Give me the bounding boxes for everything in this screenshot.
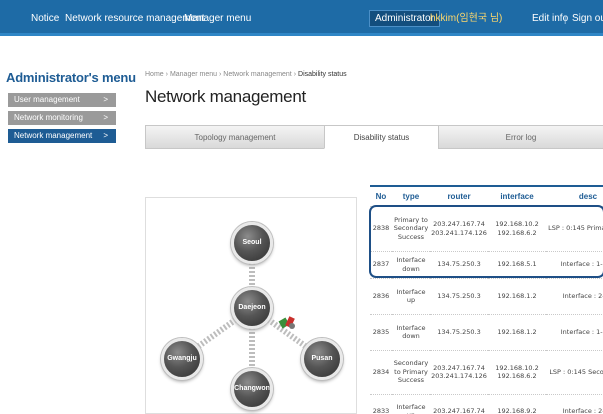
table-row[interactable]: 2834 Secondary to Primary Success 203.24… xyxy=(370,350,603,395)
node-pusan[interactable]: Pusan xyxy=(301,338,343,380)
table-row[interactable]: 2836 Interface up 134.75.250.3 192.168.1… xyxy=(370,278,603,315)
sidebar-item-user-management[interactable]: User management > xyxy=(8,93,116,107)
column-header-desc[interactable]: desc xyxy=(546,185,603,207)
chevron-right-icon: > xyxy=(103,95,108,104)
column-header-interface[interactable]: interface xyxy=(488,185,546,207)
cell-no: 2834 xyxy=(370,350,392,395)
cell-interface: 192.168.10.2 192.168.6.2 xyxy=(488,350,546,395)
cell-desc: LSP : 0:145 Secondary2 xyxy=(546,350,603,395)
cell-interface: 192.168.9.2 xyxy=(488,394,546,414)
sidebar-item-network-management[interactable]: Network management > xyxy=(8,129,116,143)
chevron-right-icon: > xyxy=(103,131,108,140)
breadcrumb: Home › Manager menu › Network management… xyxy=(145,71,347,78)
tab-error-log[interactable]: Error log xyxy=(438,125,603,149)
table-row[interactable]: 2833 Interface up 203.247.167.74 192.168… xyxy=(370,394,603,414)
cell-desc: Interface : 2-Int xyxy=(546,394,603,414)
breadcrumb-network-management[interactable]: Network management xyxy=(223,71,291,78)
cell-type: Secondary to Primary Success xyxy=(392,350,430,395)
cell-interface: 192.168.5.1 xyxy=(488,251,546,279)
column-header-type[interactable]: type xyxy=(392,185,430,207)
cell-interface: 192.168.1.2 xyxy=(488,278,546,315)
nav-notice-link[interactable]: Notice xyxy=(31,13,59,25)
breadcrumb-manager-menu[interactable]: Manager menu xyxy=(170,71,217,78)
logged-in-user: hkkim(임현국 님) xyxy=(430,13,503,24)
nav-separator: | xyxy=(564,14,567,24)
breadcrumb-separator: › xyxy=(165,71,168,78)
column-header-no[interactable]: No xyxy=(370,185,392,207)
nav-manager-menu-link[interactable]: Manager menu xyxy=(184,13,251,25)
disability-status-table: No type router interface desc 2838 Prima… xyxy=(370,185,603,414)
cell-no: 2837 xyxy=(370,251,392,279)
cell-desc: Interface : 1-Inte xyxy=(546,314,603,351)
cell-interface: 192.168.10.2 192.168.6.2 xyxy=(488,206,546,252)
tab-bar: Topology management Disability status Er… xyxy=(145,125,603,149)
sidebar-item-label: Network management xyxy=(14,131,93,140)
cell-type: Interface down xyxy=(392,314,430,351)
breadcrumb-separator: › xyxy=(218,71,222,78)
breadcrumb-home[interactable]: Home xyxy=(145,71,164,78)
page-title: Network management xyxy=(145,87,306,106)
topology-diagram: Seoul Daejeon Gwangju Pusan Changwon xyxy=(145,197,357,414)
top-navigation-bar: Notice Network resource management Manag… xyxy=(0,0,603,36)
cell-interface: 192.168.1.2 xyxy=(488,314,546,351)
cell-no: 2836 xyxy=(370,278,392,315)
tools-icon xyxy=(278,316,295,329)
sidebar-item-network-monitoring[interactable]: Network monitoring > xyxy=(8,111,116,125)
table-row[interactable]: 2835 Interface down 134.75.250.3 192.168… xyxy=(370,314,603,351)
cell-router: 203.247.167.74 xyxy=(430,394,488,414)
column-header-router[interactable]: router xyxy=(430,185,488,207)
cell-desc: Interface : 2-Int xyxy=(546,278,603,315)
cell-no: 2833 xyxy=(370,394,392,414)
node-daejeon[interactable]: Daejeon xyxy=(231,287,273,329)
edit-info-link[interactable]: Edit info xyxy=(532,13,568,25)
node-seoul[interactable]: Seoul xyxy=(231,222,273,264)
cell-desc: Interface : 1-Inte xyxy=(546,251,603,279)
cell-desc: LSP : 0:145 Primary2Sec xyxy=(546,206,603,252)
sidebar-item-label: User management xyxy=(14,95,80,104)
table-row[interactable]: 2838 Primary to Secondary Success 203.24… xyxy=(370,206,603,252)
table-row[interactable]: 2837 Interface down 134.75.250.3 192.168… xyxy=(370,251,603,279)
table-header-row: No type router interface desc xyxy=(370,185,603,207)
disability-status-table-container: No type router interface desc 2838 Prima… xyxy=(370,185,603,414)
cell-router: 203.247.167.74 203.241.174.126 xyxy=(430,350,488,395)
cell-router: 134.75.250.3 xyxy=(430,278,488,315)
cell-type: Interface down xyxy=(392,251,430,279)
sidebar-title: Administrator's menu xyxy=(6,70,136,85)
cell-type: Interface up xyxy=(392,278,430,315)
cell-no: 2835 xyxy=(370,314,392,351)
cell-type: Primary to Secondary Success xyxy=(392,206,430,252)
cell-no: 2838 xyxy=(370,206,392,252)
sidebar-item-label: Network monitoring xyxy=(14,113,83,122)
cell-type: Interface up xyxy=(392,394,430,414)
breadcrumb-separator: › xyxy=(293,71,297,78)
tab-disability-status[interactable]: Disability status xyxy=(324,125,439,149)
cell-router: 134.75.250.3 xyxy=(430,314,488,351)
cell-router: 134.75.250.3 xyxy=(430,251,488,279)
chevron-right-icon: > xyxy=(103,113,108,122)
node-gwangju[interactable]: Gwangju xyxy=(161,338,203,380)
cell-router: 203.247.167.74 203.241.174.126 xyxy=(430,206,488,252)
tab-topology-management[interactable]: Topology management xyxy=(145,125,325,149)
node-changwon[interactable]: Changwon xyxy=(231,368,273,410)
sign-out-link[interactable]: Sign out xyxy=(572,13,603,25)
breadcrumb-current: Disability status xyxy=(298,71,347,78)
